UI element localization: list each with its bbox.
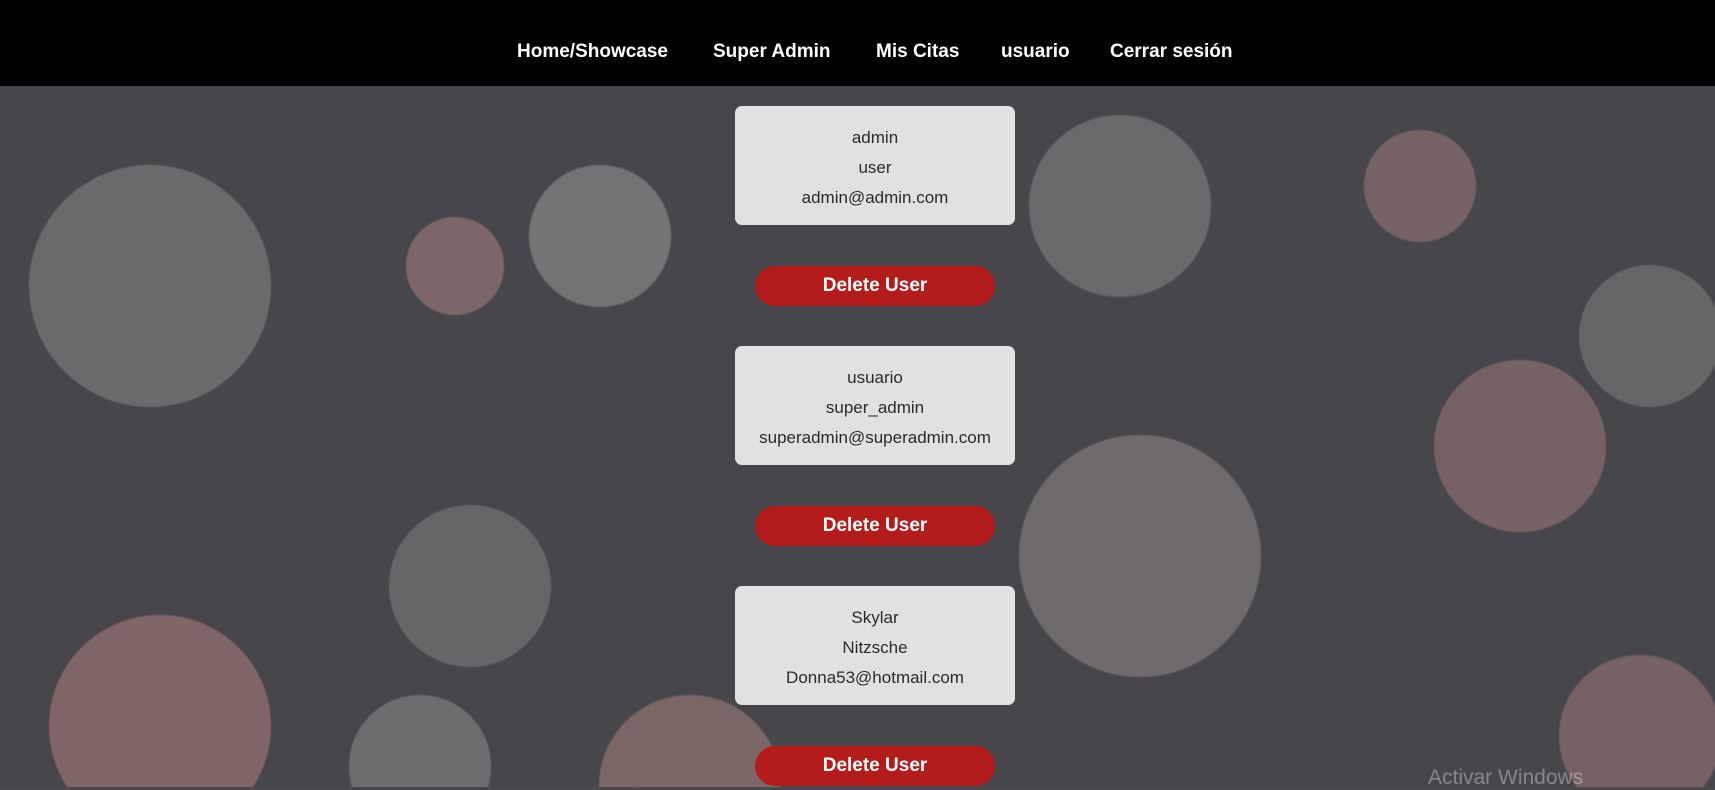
user-card: admin user admin@admin.com [735,106,1015,225]
user-role: super_admin [825,398,925,417]
user-name: admin [851,128,899,147]
nav-mis-citas[interactable]: Mis Citas [876,40,959,64]
windows-activation-watermark: Activar Windows [1428,766,1584,789]
user-email: admin@admin.com [801,188,949,207]
user-email: superadmin@superadmin.com [759,428,991,447]
top-navigation: Home/Showcase Super Admin Mis Citas usua… [0,0,1715,86]
nav-super-admin[interactable]: Super Admin [713,40,831,64]
nav-home-showcase[interactable]: Home/Showcase [517,40,668,64]
nav-usuario[interactable]: usuario [1001,40,1070,64]
user-card: usuario super_admin superadmin@superadmi… [735,346,1015,465]
delete-user-button[interactable]: Delete User [755,506,995,546]
nav-cerrar-sesion[interactable]: Cerrar sesión [1110,40,1233,64]
user-name: Skylar [851,608,899,627]
user-email: Donna53@hotmail.com [786,668,964,687]
user-role: Nitzsche [842,638,908,657]
user-name: usuario [847,368,903,387]
user-card: Skylar Nitzsche Donna53@hotmail.com [735,586,1015,705]
user-role: user [858,158,892,177]
delete-user-button[interactable]: Delete User [755,266,995,306]
delete-user-button[interactable]: Delete User [755,746,995,786]
